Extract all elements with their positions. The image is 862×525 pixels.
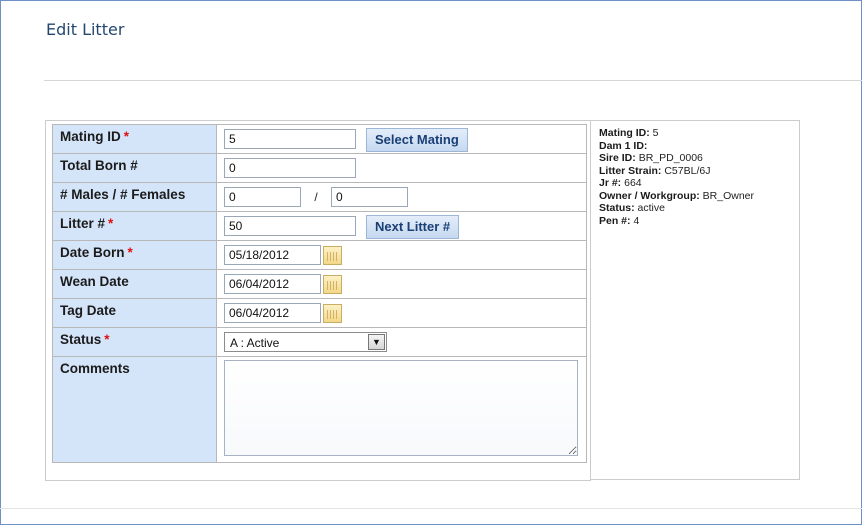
mating-id-label: Mating ID * bbox=[52, 124, 217, 154]
row-males-females: # Males / # Females / bbox=[52, 182, 587, 212]
page-title: Edit Litter bbox=[46, 20, 125, 39]
summary-line: Sire ID: BR_PD_0006 bbox=[599, 152, 799, 165]
summary-key: Status: bbox=[599, 202, 635, 214]
summary-key: Mating ID: bbox=[599, 127, 650, 139]
summary-value: active bbox=[637, 202, 665, 214]
select-mating-button[interactable]: Select Mating bbox=[366, 128, 468, 152]
summary-line: Status: active bbox=[599, 202, 799, 215]
required-marker: * bbox=[127, 245, 133, 260]
row-mating-id: Mating ID* Select Mating bbox=[52, 124, 587, 154]
summary-value: 5 bbox=[652, 127, 659, 139]
summary-value: 4 bbox=[633, 214, 640, 227]
bottom-divider bbox=[0, 508, 862, 509]
mating-summary-panel: Mating ID: 5 Dam 1 ID: Sire ID: BR_PD_00… bbox=[590, 120, 800, 480]
chevron-down-icon[interactable]: ▼ bbox=[368, 334, 385, 350]
litter-number-input[interactable] bbox=[224, 216, 356, 236]
row-date-born: Date Born * bbox=[52, 240, 587, 270]
summary-value: BR_PD_0006 bbox=[638, 152, 703, 164]
tag-date-label: Tag Date bbox=[52, 298, 217, 328]
row-comments: Comments bbox=[52, 356, 587, 463]
summary-key: Pen #: bbox=[599, 214, 631, 227]
litter-number-label: Litter # * bbox=[52, 211, 217, 241]
total-born-label: Total Born # bbox=[52, 153, 217, 183]
tag-date-input[interactable] bbox=[224, 303, 321, 323]
status-select-value: A : Active bbox=[230, 336, 280, 350]
summary-key: Sire ID: bbox=[599, 152, 636, 164]
summary-value: BR_Owner bbox=[702, 189, 755, 202]
mating-id-input[interactable] bbox=[224, 129, 356, 149]
status-label: Status * bbox=[52, 327, 217, 357]
summary-line: Litter Strain: C57BL/6J bbox=[599, 165, 799, 178]
summary-value: C57BL/6J bbox=[664, 164, 711, 177]
row-tag-date: Tag Date bbox=[52, 298, 587, 328]
summary-key: Owner / Workgroup: bbox=[599, 189, 700, 202]
summary-line: Owner / Workgroup: BR_Owner bbox=[599, 190, 799, 203]
males-females-separator: / bbox=[314, 190, 318, 204]
summary-key: Jr #: bbox=[599, 177, 622, 189]
females-input[interactable] bbox=[331, 187, 408, 207]
comments-label: Comments bbox=[52, 356, 217, 463]
next-litter-button[interactable]: Next Litter # bbox=[366, 215, 460, 239]
status-select[interactable]: A : Active ▼ bbox=[224, 332, 387, 352]
summary-key: Litter Strain: bbox=[599, 164, 662, 177]
summary-line: Pen #: 4 bbox=[599, 215, 799, 228]
date-born-label: Date Born * bbox=[52, 240, 217, 270]
required-marker: * bbox=[104, 332, 110, 347]
row-status: Status * A : Active ▼ bbox=[52, 327, 587, 357]
wean-date-input[interactable] bbox=[224, 274, 321, 294]
calendar-icon[interactable] bbox=[323, 304, 342, 323]
row-total-born: Total Born # bbox=[52, 153, 587, 183]
required-marker: * bbox=[123, 129, 130, 144]
summary-key: Dam 1 ID: bbox=[599, 139, 648, 152]
comments-textarea[interactable] bbox=[224, 360, 578, 456]
summary-line: Dam 1 ID: bbox=[599, 140, 799, 153]
summary-line: Mating ID: 5 bbox=[599, 127, 799, 140]
summary-value: 664 bbox=[624, 177, 642, 189]
calendar-icon[interactable] bbox=[323, 275, 342, 294]
row-wean-date: Wean Date bbox=[52, 269, 587, 299]
total-born-input[interactable] bbox=[224, 158, 356, 178]
males-females-label: # Males / # Females bbox=[52, 182, 217, 212]
wean-date-label: Wean Date bbox=[52, 269, 217, 299]
title-divider bbox=[44, 80, 862, 81]
males-input[interactable] bbox=[224, 187, 301, 207]
calendar-icon[interactable] bbox=[323, 246, 342, 265]
date-born-input[interactable] bbox=[224, 245, 321, 265]
edit-litter-form: Mating ID* Select Mating Total Born # # … bbox=[52, 124, 587, 463]
required-marker: * bbox=[108, 216, 114, 231]
row-litter-number: Litter #* Next Litter # bbox=[52, 211, 587, 241]
summary-line: Jr #: 664 bbox=[599, 177, 799, 190]
